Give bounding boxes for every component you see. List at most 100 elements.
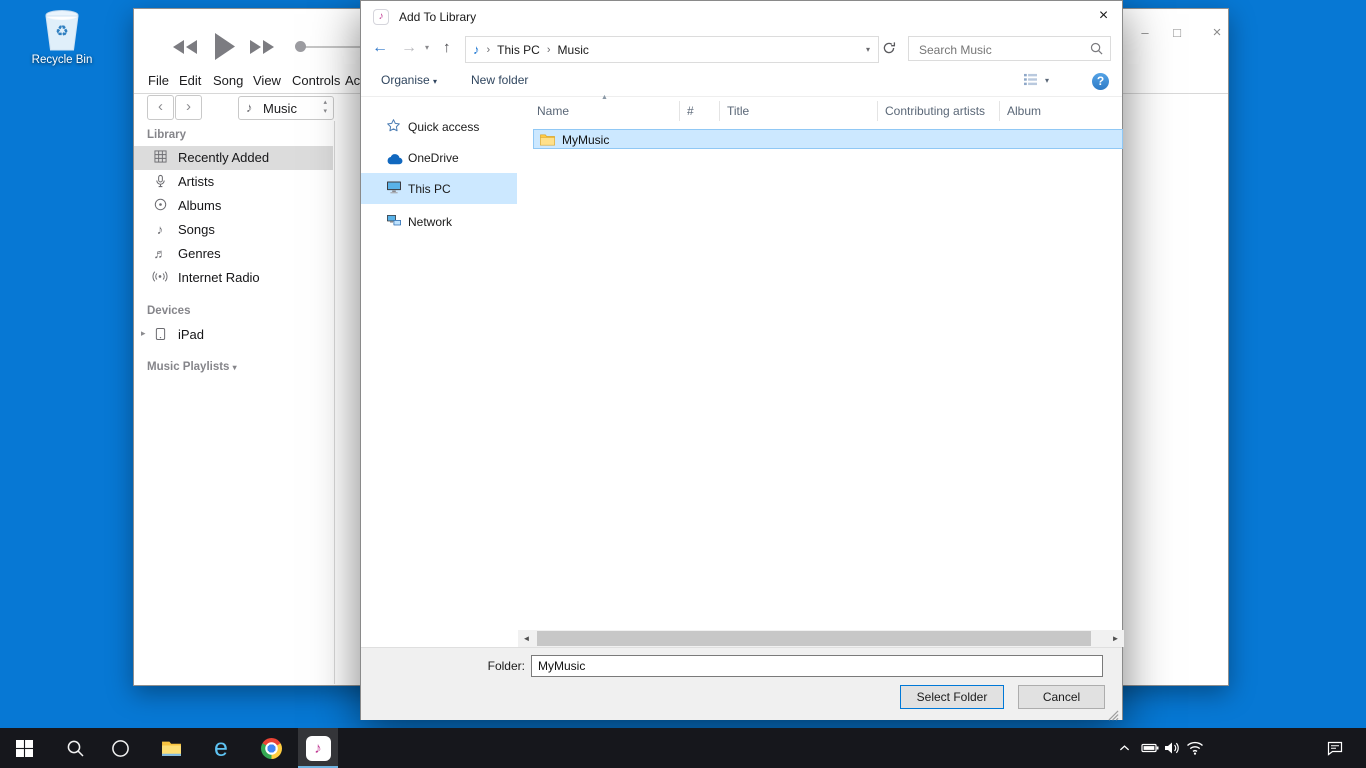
horizontal-scrollbar[interactable]: ◄ ► (518, 630, 1124, 647)
cortana-circle-icon (111, 739, 130, 758)
itunes-back-button[interactable]: ‹ (147, 95, 174, 120)
minimize-button[interactable]: – (1134, 23, 1156, 43)
column-divider[interactable] (679, 101, 680, 121)
address-bar[interactable]: ♪ › This PC › Music ▾ (465, 36, 879, 63)
organise-button[interactable]: Organise ▾ (381, 73, 437, 87)
refresh-button[interactable] (882, 41, 896, 60)
column-header-number[interactable]: # (687, 104, 694, 118)
new-folder-button[interactable]: New folder (471, 73, 528, 87)
breadcrumb-music[interactable]: Music (558, 43, 589, 57)
column-divider[interactable] (999, 101, 1000, 121)
breadcrumb-this-pc[interactable]: This PC (497, 43, 540, 57)
itunes-app-icon: ♪ (373, 9, 389, 25)
sidebar-item-internet-radio[interactable]: Internet Radio (134, 266, 333, 290)
rewind-button[interactable] (172, 39, 198, 55)
commandbar-divider (361, 96, 1122, 97)
dialog-close-button[interactable]: × (1085, 1, 1122, 32)
search-icon[interactable] (1090, 42, 1103, 60)
taskbar: e ♪ (0, 728, 1366, 768)
sidebar-item-songs[interactable]: ♪ Songs (134, 218, 333, 242)
recent-locations-chevron-icon[interactable]: ▾ (425, 43, 429, 52)
chevron-up-icon (1119, 744, 1130, 752)
volume-slider-knob[interactable] (295, 41, 306, 52)
search-icon (66, 739, 84, 757)
itunes-taskbar-button[interactable]: ♪ (298, 728, 338, 768)
file-explorer-taskbar-button[interactable] (151, 728, 191, 768)
menu-controls[interactable]: Controls (292, 73, 340, 88)
maximize-button[interactable]: □ (1166, 23, 1188, 43)
sidebar-item-artists[interactable]: Artists (134, 170, 333, 194)
nav-pane-quick-access[interactable]: Quick access (361, 111, 517, 142)
chevron-down-icon: ▾ (233, 363, 237, 372)
search-input[interactable] (917, 40, 1081, 59)
start-button[interactable] (4, 728, 44, 768)
grid-icon (152, 150, 168, 166)
music-note-icon: ♪ (152, 222, 168, 238)
volume-tray-button[interactable] (1160, 728, 1184, 768)
expand-chevron-icon[interactable]: ▸ (141, 328, 146, 339)
battery-tray-button[interactable] (1138, 728, 1162, 768)
scrollbar-thumb[interactable] (537, 631, 1091, 646)
search-taskbar-button[interactable] (55, 728, 95, 768)
internet-explorer-taskbar-button[interactable]: e (201, 728, 241, 768)
speaker-icon (1164, 741, 1180, 755)
guitar-icon: ♬ (152, 246, 168, 262)
column-header-name[interactable]: Name (537, 104, 569, 118)
windows-logo-icon (16, 740, 33, 757)
play-button[interactable] (214, 33, 236, 60)
media-picker-dropdown[interactable]: ♪ Music ▴ ▾ (238, 96, 334, 120)
cortana-button[interactable] (100, 728, 140, 768)
sidebar-item-recently-added[interactable]: Recently Added (134, 146, 333, 170)
nav-pane-onedrive[interactable]: OneDrive (361, 142, 517, 173)
nav-pane-this-pc[interactable]: This PC (361, 173, 517, 204)
resize-grip[interactable] (1108, 708, 1119, 726)
close-button[interactable]: × (1206, 23, 1228, 43)
sidebar-item-albums[interactable]: Albums (134, 194, 333, 218)
menu-file[interactable]: File (148, 73, 169, 88)
file-explorer-icon (161, 740, 182, 757)
column-divider[interactable] (719, 101, 720, 121)
recycle-symbol-icon: ♻ (26, 22, 98, 40)
microphone-icon (152, 174, 168, 190)
file-row-mymusic[interactable]: MyMusic (533, 129, 1123, 149)
menu-view[interactable]: View (253, 73, 281, 88)
nav-pane-network[interactable]: Network (361, 206, 517, 237)
address-dropdown-icon[interactable]: ▾ (866, 45, 878, 54)
show-hidden-icons-button[interactable] (1112, 728, 1136, 768)
menu-song[interactable]: Song (213, 73, 243, 88)
select-folder-button[interactable]: Select Folder (900, 685, 1004, 709)
folder-name-input[interactable] (531, 655, 1103, 677)
music-note-icon: ♪ (246, 100, 253, 115)
breadcrumb-separator-icon: › (480, 44, 498, 56)
network-tray-button[interactable] (1183, 728, 1207, 768)
itunes-forward-button[interactable]: › (175, 95, 202, 120)
up-button[interactable]: ↑ (443, 39, 451, 56)
dialog-footer: Folder: Select Folder Cancel (361, 647, 1122, 720)
help-button[interactable]: ? (1092, 73, 1109, 90)
cancel-button[interactable]: Cancel (1018, 685, 1105, 709)
fast-forward-button[interactable] (249, 39, 275, 55)
back-button[interactable]: ← (372, 39, 388, 57)
star-icon (386, 118, 403, 135)
sidebar-item-ipad[interactable]: ▸ iPad (134, 323, 333, 347)
network-icon (386, 213, 403, 230)
change-view-button[interactable] (1023, 73, 1038, 91)
playlists-header[interactable]: Music Playlists ▾ (147, 361, 237, 373)
desktop: ♻ Recycle Bin File Edit Song View Contro… (0, 0, 1366, 768)
column-header-title[interactable]: Title (727, 104, 749, 118)
recycle-bin-desktop-icon[interactable]: ♻ Recycle Bin (26, 6, 98, 66)
action-center-button[interactable] (1322, 728, 1348, 768)
forward-button[interactable]: → (401, 39, 417, 57)
sidebar-item-genres[interactable]: ♬ Genres (134, 242, 333, 266)
chrome-taskbar-button[interactable] (251, 728, 291, 768)
scroll-left-icon[interactable]: ◄ (518, 630, 535, 647)
scroll-right-icon[interactable]: ► (1107, 630, 1124, 647)
dialog-titlebar[interactable]: ♪ Add To Library × (361, 1, 1122, 33)
column-divider[interactable] (877, 101, 878, 121)
sort-ascending-icon[interactable]: ▲ (601, 94, 608, 101)
menu-edit[interactable]: Edit (179, 73, 201, 88)
column-header-album[interactable]: Album (1007, 104, 1041, 118)
column-header-contributing-artists[interactable]: Contributing artists (885, 104, 985, 118)
view-options-chevron-icon[interactable]: ▾ (1045, 76, 1049, 85)
dialog-title: Add To Library (399, 10, 476, 24)
